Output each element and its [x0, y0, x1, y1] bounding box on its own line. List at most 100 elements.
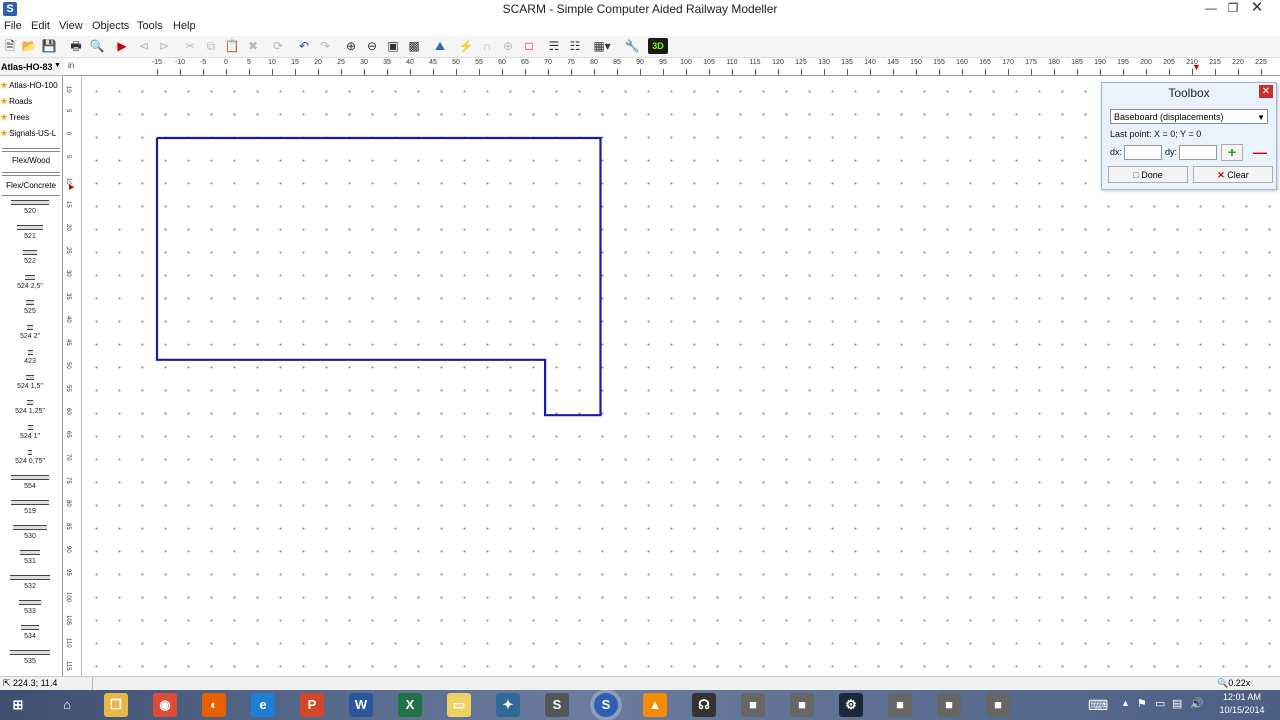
copy-icon[interactable]: ⧉ — [203, 38, 219, 54]
display-icon[interactable]: ▭ — [1155, 697, 1165, 710]
layers-icon[interactable]: ☴ — [546, 38, 562, 54]
excel-icon[interactable]: X — [398, 693, 422, 717]
start-icon[interactable]: ⊞ — [6, 693, 30, 717]
open-folder-icon[interactable]: 📂 — [21, 38, 37, 54]
keyboard-icon[interactable]: ⌨ — [1088, 697, 1108, 714]
track-item[interactable]: 423 — [10, 350, 50, 365]
library-category[interactable]: ★Roads — [0, 96, 32, 107]
redo-icon[interactable]: ↷ — [317, 38, 333, 54]
library-category[interactable]: ★Trees — [0, 112, 29, 123]
solidworks-icon[interactable]: S — [545, 693, 569, 717]
view-3d-icon[interactable]: 3D — [648, 38, 668, 54]
baseboard-outline[interactable] — [155, 136, 602, 417]
word-icon[interactable]: W — [349, 693, 373, 717]
file-explorer-icon[interactable]: ❐ — [104, 693, 128, 717]
library-selector[interactable]: Atlas-HO-83 ▼ — [0, 58, 64, 76]
maximize-icon[interactable]: ❐ — [1222, 0, 1244, 18]
zoom-window-icon[interactable]: ▩ — [406, 38, 422, 54]
zoom-out-icon[interactable]: ⊖ — [364, 38, 380, 54]
app-icon[interactable]: ■ — [888, 693, 912, 717]
flex-wood-button[interactable]: Flex/Wood — [0, 156, 62, 165]
app-icon[interactable]: ■ — [937, 693, 961, 717]
track-item[interactable]: 531 — [10, 550, 50, 565]
track-item[interactable]: 535 — [10, 650, 50, 665]
headphones-icon[interactable]: ☊ — [692, 693, 716, 717]
picture-icon[interactable]: ⛰ — [432, 38, 448, 54]
track-item[interactable]: 521 — [10, 225, 50, 240]
undo-icon[interactable]: ↶ — [296, 38, 312, 54]
track-item[interactable]: 519 — [10, 500, 50, 515]
zoom-in-icon[interactable]: ⊕ — [343, 38, 359, 54]
track-item[interactable]: 524 1,5" — [10, 375, 50, 390]
minus-icon[interactable]: — — [1249, 144, 1271, 161]
show-hidden-icon[interactable]: ▲ — [1121, 698, 1130, 708]
track-item[interactable]: 524 1" — [10, 425, 50, 440]
close-icon[interactable]: ✕ — [1259, 85, 1273, 98]
library-category[interactable]: ★Signals-US-L — [0, 128, 56, 139]
track-item[interactable]: 530 — [10, 525, 50, 540]
grid-icon[interactable]: ▦▾ — [589, 38, 615, 54]
new-file-icon[interactable]: 🗎 — [2, 38, 18, 54]
menu-edit[interactable]: Edit — [31, 20, 50, 32]
tunnel-icon[interactable]: ∩ — [479, 38, 495, 54]
powerpoint-icon[interactable]: P — [300, 693, 324, 717]
scarm-icon[interactable]: S — [594, 693, 618, 717]
wagon-icon[interactable]: 🔧 — [624, 38, 640, 54]
steam-icon[interactable]: ⚙ — [839, 693, 863, 717]
firefox-icon[interactable]: ◐ — [202, 693, 226, 717]
dy-field[interactable] — [1179, 145, 1217, 160]
vlc-icon[interactable]: ▲ — [643, 693, 667, 717]
track-item[interactable]: 522 — [10, 250, 50, 265]
dx-field[interactable] — [1124, 145, 1162, 160]
volume-icon[interactable]: 🔊 — [1190, 697, 1204, 710]
chrome-icon[interactable]: ◉ — [153, 693, 177, 717]
blank-icon[interactable]: ▭ — [447, 693, 471, 717]
delete-icon[interactable]: ✖ — [245, 38, 261, 54]
library-category[interactable]: ★Atlas-HO-100 — [0, 80, 58, 91]
height-icon[interactable]: □ — [521, 38, 537, 54]
internet-explorer-icon[interactable]: e — [251, 693, 275, 717]
back-icon[interactable]: ⊲ — [136, 38, 152, 54]
clear-button[interactable]: ✕ Clear — [1193, 166, 1273, 183]
track-item[interactable]: 534 — [10, 625, 50, 640]
run-train-icon[interactable]: ▶ — [114, 38, 130, 54]
print-preview-icon[interactable]: 🔍 — [89, 38, 105, 54]
menu-help[interactable]: Help — [173, 20, 196, 32]
zoom-fit-icon[interactable]: ▣ — [385, 38, 401, 54]
plus-icon[interactable]: + — [1221, 144, 1243, 161]
track-item[interactable]: 525 — [10, 300, 50, 315]
paste-icon[interactable]: 📋 — [224, 38, 240, 54]
forward-icon[interactable]: ⊳ — [156, 38, 172, 54]
done-button[interactable]: □ Done — [1108, 166, 1188, 183]
track-item[interactable]: 524 2,5" — [10, 275, 50, 290]
minimize-icon[interactable]: — — [1200, 0, 1222, 18]
flex-track-icon[interactable]: ⚡ — [458, 38, 474, 54]
print-icon[interactable]: 🖶 — [68, 38, 84, 54]
mode-select[interactable]: Baseboard (displacements) ▼ — [1110, 109, 1268, 124]
track-item[interactable]: 533 — [10, 600, 50, 615]
track-item[interactable]: 554 — [10, 475, 50, 490]
track-item[interactable]: 524 1,25" — [10, 400, 50, 415]
cut-icon[interactable]: ✂ — [182, 38, 198, 54]
bridge-view-icon[interactable]: ☷ — [567, 38, 583, 54]
track-item[interactable]: 524 2" — [10, 325, 50, 340]
menu-tools[interactable]: Tools — [137, 20, 163, 32]
close-icon[interactable]: ✕ — [1246, 0, 1268, 18]
app-icon[interactable]: ■ — [790, 693, 814, 717]
app-icon[interactable]: ■ — [986, 693, 1010, 717]
menu-view[interactable]: View — [59, 20, 83, 32]
save-icon[interactable]: 💾 — [41, 38, 57, 54]
bridge-icon[interactable]: ⊕ — [500, 38, 516, 54]
menu-file[interactable]: File — [4, 20, 22, 32]
app-icon[interactable]: ■ — [741, 693, 765, 717]
track-item[interactable]: 524 0,75" — [10, 450, 50, 465]
rotate-icon[interactable]: ⟳ — [270, 38, 286, 54]
track-item[interactable]: 520 — [10, 200, 50, 215]
taskbar-clock[interactable]: 12:01 AM 10/15/2014 — [1210, 691, 1274, 717]
flag-icon[interactable]: ⚑ — [1137, 697, 1147, 710]
python-icon[interactable]: ✦ — [496, 693, 520, 717]
track-item[interactable]: 532 — [10, 575, 50, 590]
network-icon[interactable]: ▤ — [1172, 697, 1182, 710]
home-icon[interactable]: ⌂ — [55, 693, 79, 717]
menu-objects[interactable]: Objects — [92, 20, 129, 32]
